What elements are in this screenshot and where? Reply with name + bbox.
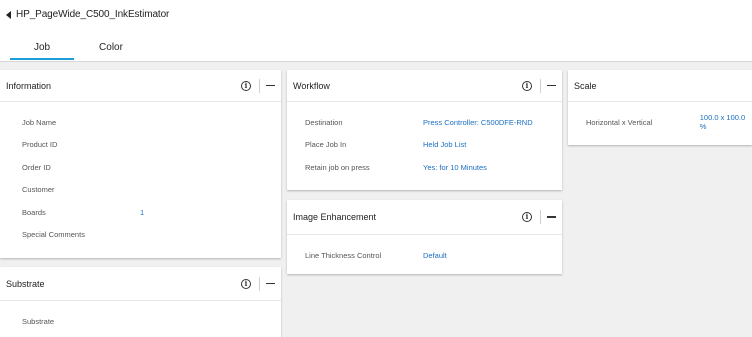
substrate-panel-title: Substrate: [6, 278, 45, 289]
line-thickness-link[interactable]: Default: [423, 251, 447, 260]
information-panel-header: Information i: [0, 70, 281, 102]
row-value[interactable]: 1: [140, 208, 144, 217]
info-row-product-id: Product ID: [0, 134, 281, 157]
back-button[interactable]: HP_PageWide_C500_InkEstimator: [6, 9, 169, 20]
tab-job[interactable]: Job: [10, 40, 74, 60]
info-circle-icon[interactable]: i: [522, 80, 532, 91]
top-bar: HP_PageWide_C500_InkEstimator Job Color: [0, 0, 752, 62]
page-title: HP_PageWide_C500_InkEstimator: [16, 9, 170, 20]
row-label: Boards: [22, 207, 46, 217]
workflow-panel: Workflow i Destination Press Controller:…: [287, 70, 562, 190]
info-row-job-name: Job Name: [0, 111, 281, 134]
tab-color[interactable]: Color: [74, 40, 148, 60]
minus-icon[interactable]: [547, 216, 556, 218]
workflow-panel-title: Workflow: [293, 80, 330, 91]
chevron-left-icon: [6, 10, 11, 19]
info-circle-icon[interactable]: i: [241, 80, 251, 91]
info-row-order-id: Order ID: [0, 156, 281, 179]
retain-job-link[interactable]: Yes: for 10 Minutes: [423, 163, 487, 172]
minus-icon[interactable]: [266, 282, 275, 285]
row-label: Product ID: [22, 140, 58, 150]
separator: [259, 276, 260, 291]
substrate-row: Substrate: [0, 310, 281, 333]
info-row-boards: Boards 1: [0, 201, 281, 224]
row-label: Substrate: [22, 316, 55, 326]
info-row-special-comments: Special Comments: [0, 224, 281, 247]
workflow-panel-header: Workflow i: [287, 70, 562, 102]
workflow-row-destination: Destination Press Controller: C500DFE-RN…: [287, 111, 562, 134]
information-panel: Information i Job Name Product ID Order …: [0, 70, 281, 258]
separator: [540, 78, 541, 93]
info-circle-icon[interactable]: i: [241, 278, 251, 289]
separator: [540, 210, 541, 224]
tab-bar: Job Color: [10, 40, 148, 60]
tab-divider: [0, 61, 752, 62]
row-label: Order ID: [22, 162, 51, 172]
image-enhancement-panel-header: Image Enhancement i: [287, 200, 562, 235]
place-job-in-link[interactable]: Held Job List: [423, 140, 466, 149]
workflow-row-retain-job: Retain job on press Yes: for 10 Minutes: [287, 156, 562, 179]
minus-icon[interactable]: [266, 84, 275, 87]
row-label: Special Comments: [22, 230, 85, 240]
info-row-customer: Customer: [0, 179, 281, 202]
workflow-row-place-job-in: Place Job In Held Job List: [287, 134, 562, 157]
info-circle-icon[interactable]: i: [522, 212, 532, 222]
row-label: Retain job on press: [305, 162, 370, 172]
substrate-panel-header: Substrate i: [0, 267, 281, 301]
row-label: Place Job In: [305, 140, 347, 150]
destination-link[interactable]: Press Controller: C500DFE-RND: [423, 118, 533, 127]
scale-panel-header: Scale: [568, 70, 752, 102]
information-panel-title: Information: [6, 80, 52, 91]
row-label: Job Name: [22, 117, 57, 127]
row-label: Destination: [305, 117, 343, 127]
image-row-line-thickness: Line Thickness Control Default: [287, 244, 562, 267]
scale-link[interactable]: 100.0 x 100.0 %: [700, 113, 752, 131]
image-enhancement-panel-title: Image Enhancement: [293, 212, 377, 222]
row-label: Horizontal x Vertical: [586, 117, 653, 127]
row-label: Customer: [22, 185, 55, 195]
row-label: Line Thickness Control: [305, 250, 382, 260]
scale-panel-title: Scale: [574, 80, 597, 91]
minus-icon[interactable]: [547, 84, 556, 87]
scale-panel: Scale Horizontal x Vertical 100.0 x 100.…: [568, 70, 752, 145]
image-enhancement-panel: Image Enhancement i Line Thickness Contr…: [287, 200, 562, 274]
separator: [259, 78, 260, 93]
scale-row-horizontal-vertical: Horizontal x Vertical 100.0 x 100.0 %: [568, 111, 752, 134]
substrate-panel: Substrate i Substrate: [0, 267, 281, 337]
